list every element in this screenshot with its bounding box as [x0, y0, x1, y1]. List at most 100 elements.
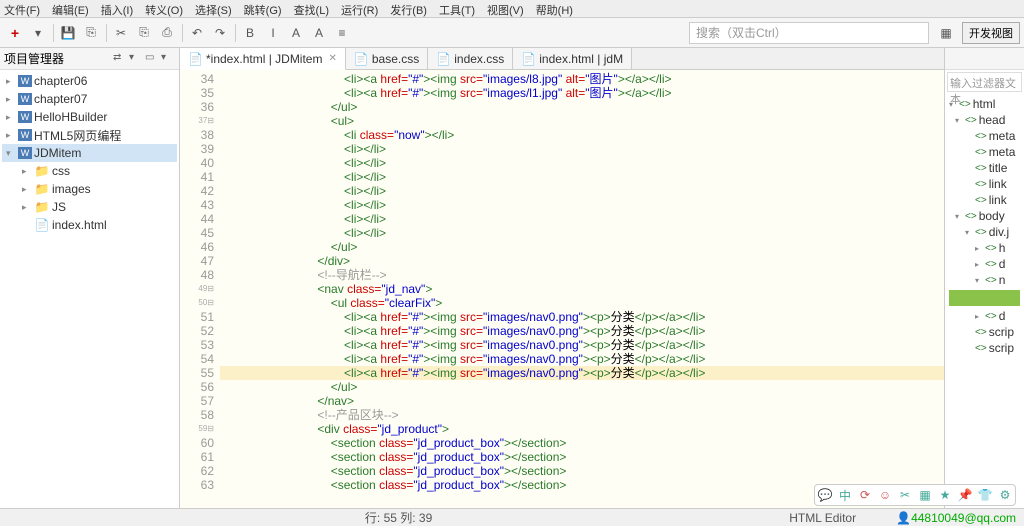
- link-icon[interactable]: ⇄: [113, 52, 127, 66]
- code-line[interactable]: <li><a href="#"><img src="images/nav0.pn…: [220, 366, 944, 380]
- outline-item[interactable]: ▾<>div.j: [947, 224, 1022, 240]
- outline-item[interactable]: <>link: [947, 176, 1022, 192]
- smile-icon[interactable]: ☺: [877, 487, 893, 503]
- code-line[interactable]: <li></li>: [220, 184, 944, 198]
- font-icon[interactable]: A: [285, 22, 307, 44]
- shirt-icon[interactable]: 👕: [977, 487, 993, 503]
- grid-icon[interactable]: ▦: [917, 487, 933, 503]
- collapse-icon[interactable]: ▾: [129, 52, 143, 66]
- save-icon[interactable]: 💾: [57, 22, 79, 44]
- outline-item[interactable]: <>scrip: [947, 340, 1022, 356]
- menu-item[interactable]: 查找(L): [294, 2, 329, 15]
- code-line[interactable]: </nav>: [220, 394, 944, 408]
- code-line[interactable]: <li class="now"></li>: [220, 128, 944, 142]
- minimize-icon[interactable]: ▭: [145, 52, 159, 66]
- cut-icon[interactable]: ✂: [110, 22, 132, 44]
- code-line[interactable]: <li></li>: [220, 142, 944, 156]
- outline-item[interactable]: ▸<>d: [947, 308, 1022, 324]
- code-line[interactable]: <!--产品区块-->: [220, 408, 944, 422]
- redo-icon[interactable]: ↷: [209, 22, 231, 44]
- code-line[interactable]: <li><a href="#"><img src="images/l1.jpg"…: [220, 86, 944, 100]
- editor-tab[interactable]: 📄index.css: [428, 48, 513, 69]
- gear-icon[interactable]: ⚙: [997, 487, 1013, 503]
- new-file-icon[interactable]: +: [4, 22, 26, 44]
- outline-item[interactable]: ▸<>d: [947, 256, 1022, 272]
- code-line[interactable]: <!--导航栏-->: [220, 268, 944, 282]
- chat-icon[interactable]: 💬: [817, 487, 833, 503]
- menu-item[interactable]: 帮助(H): [536, 2, 573, 15]
- editor-tab[interactable]: 📄*index.html | JDMitem✕: [180, 48, 346, 70]
- font-icon[interactable]: A: [308, 22, 330, 44]
- copy-icon[interactable]: ⎘: [133, 22, 155, 44]
- outline-item[interactable]: <>meta: [947, 128, 1022, 144]
- outline-item[interactable]: ▸<>h: [947, 240, 1022, 256]
- tree-item[interactable]: ▸📁JS: [2, 198, 177, 216]
- code-line[interactable]: <ul>: [220, 114, 944, 128]
- dev-view-button[interactable]: 开发视图: [962, 22, 1020, 44]
- menu-item[interactable]: 文件(F): [4, 2, 40, 15]
- code-line[interactable]: <li></li>: [220, 226, 944, 240]
- bold-icon[interactable]: B: [239, 22, 261, 44]
- project-tree[interactable]: ▸Wchapter06▸Wchapter07▸WHelloHBuilder▸WH…: [0, 70, 179, 508]
- code-line[interactable]: </ul>: [220, 100, 944, 114]
- code-line[interactable]: <li><a href="#"><img src="images/nav0.pn…: [220, 310, 944, 324]
- close-icon[interactable]: ✕: [328, 53, 336, 64]
- code-line[interactable]: <section class="jd_product_box"></sectio…: [220, 436, 944, 450]
- menu-item[interactable]: 跳转(G): [244, 2, 282, 15]
- tree-item[interactable]: 📄index.html: [2, 216, 177, 234]
- outline-item[interactable]: ▾<>html: [947, 96, 1022, 112]
- menu-item[interactable]: 插入(I): [101, 2, 133, 15]
- code-line[interactable]: <li><a href="#"><img src="images/nav0.pn…: [220, 352, 944, 366]
- tree-item[interactable]: ▸Wchapter06: [2, 72, 177, 90]
- outline-item[interactable]: <>title: [947, 160, 1022, 176]
- code-line[interactable]: </ul>: [220, 240, 944, 254]
- outline-tree[interactable]: ▾<>html▾<>head<>meta<>meta<>title<>link<…: [945, 94, 1024, 508]
- code-line[interactable]: <section class="jd_product_box"></sectio…: [220, 464, 944, 478]
- cut-icon[interactable]: ✂: [897, 487, 913, 503]
- undo-icon[interactable]: ↶: [186, 22, 208, 44]
- align-icon[interactable]: ≡: [331, 22, 353, 44]
- outline-item[interactable]: ▾<>n: [947, 272, 1022, 288]
- menu-item[interactable]: 转义(O): [145, 2, 183, 15]
- tree-item[interactable]: ▸WHTML5网页编程: [2, 126, 177, 144]
- menu-item[interactable]: 运行(R): [341, 2, 378, 15]
- code-line[interactable]: <li></li>: [220, 170, 944, 184]
- outline-item[interactable]: <>meta: [947, 144, 1022, 160]
- outline-item[interactable]: ▾<>body: [947, 208, 1022, 224]
- search-input[interactable]: 搜索（双击Ctrl）: [689, 22, 929, 44]
- paste-icon[interactable]: ⎙: [156, 22, 178, 44]
- outline-item[interactable]: <>link: [947, 192, 1022, 208]
- code-line[interactable]: </div>: [220, 254, 944, 268]
- sync-icon[interactable]: ⟳: [857, 487, 873, 503]
- code-line[interactable]: <li></li>: [220, 212, 944, 226]
- code-content[interactable]: <li><a href="#"><img src="images/l8.jpg"…: [220, 70, 944, 508]
- code-line[interactable]: <li><a href="#"><img src="images/l8.jpg"…: [220, 72, 944, 86]
- menu-item[interactable]: 视图(V): [487, 2, 524, 15]
- tree-item[interactable]: ▸WHelloHBuilder: [2, 108, 177, 126]
- view-icon[interactable]: ▦: [935, 22, 957, 44]
- tree-item[interactable]: ▾WJDMitem: [2, 144, 177, 162]
- code-line[interactable]: </ul>: [220, 380, 944, 394]
- pin-icon[interactable]: 📌: [957, 487, 973, 503]
- code-line[interactable]: <section class="jd_product_box"></sectio…: [220, 450, 944, 464]
- tree-item[interactable]: ▸Wchapter07: [2, 90, 177, 108]
- code-editor[interactable]: 34353637⊟383940414243444546474849⊟50⊟515…: [180, 70, 944, 508]
- outline-filter[interactable]: 输入过滤器文本: [947, 72, 1022, 92]
- outline-item[interactable]: <>scrip: [947, 324, 1022, 340]
- menu-item[interactable]: 工具(T): [439, 2, 475, 15]
- code-line[interactable]: <li><a href="#"><img src="images/nav0.pn…: [220, 324, 944, 338]
- menu-icon[interactable]: ▾: [161, 52, 175, 66]
- user-email[interactable]: 44810049@qq.com: [911, 511, 1016, 525]
- code-line[interactable]: <li></li>: [220, 156, 944, 170]
- editor-tab[interactable]: 📄base.css: [346, 48, 428, 69]
- dropdown-icon[interactable]: ▾: [27, 22, 49, 44]
- menu-item[interactable]: 选择(S): [195, 2, 232, 15]
- code-line[interactable]: <div class="jd_product">: [220, 422, 944, 436]
- outline-item[interactable]: ▾<>head: [947, 112, 1022, 128]
- editor-tab[interactable]: 📄index.html | jdM: [513, 48, 632, 69]
- tree-item[interactable]: ▸📁css: [2, 162, 177, 180]
- code-line[interactable]: <li><a href="#"><img src="images/nav0.pn…: [220, 338, 944, 352]
- italic-icon[interactable]: I: [262, 22, 284, 44]
- tree-item[interactable]: ▸📁images: [2, 180, 177, 198]
- code-line[interactable]: <nav class="jd_nav">: [220, 282, 944, 296]
